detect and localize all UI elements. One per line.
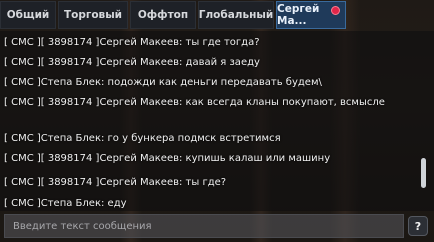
chat-message: [ СМС ][ 3898174 ]Сергей Макеев: как все… [4,97,385,108]
tab-general[interactable]: Общий [0,1,56,29]
chat-scrollbar[interactable] [421,158,426,188]
chat-message: [ СМС ][ 3898174 ]Сергей Макеев: ты где? [4,177,227,188]
help-button[interactable]: ? [408,216,428,236]
notification-dot-icon [331,6,340,15]
chat-tabs: Общий Торговый Оффтоп Глобальный Сергей … [0,0,434,30]
help-icon: ? [414,219,422,233]
chat-message: [ СМС ][ 3898174 ]Сергей Макеев: ты где … [4,37,260,48]
chat-message: [ СМС ]Степа Блек: еду [4,198,127,209]
message-input[interactable] [11,219,403,233]
tab-global[interactable]: Глобальный [198,1,274,29]
tab-private-chat[interactable]: Сергей Ма... [276,1,346,29]
chat-message: [ СМС ]Степа Блек: подожди как деньги пе… [4,77,322,88]
chat-log[interactable]: [ СМС ][ 3898174 ]Сергей Макеев: ты где … [0,31,434,211]
message-input-bar [4,214,404,238]
chat-message: [ СМС ][ 3898174 ]Сергей Макеев: купишь … [4,153,331,164]
chat-message: [ СМС ]Степа Блек: го у бункера подмск в… [4,133,281,144]
chat-message: [ СМС ][ 3898174 ]Сергей Макеев: давай я… [4,57,260,68]
tab-trade[interactable]: Торговый [58,1,128,29]
tab-offtopic[interactable]: Оффтоп [130,1,196,29]
